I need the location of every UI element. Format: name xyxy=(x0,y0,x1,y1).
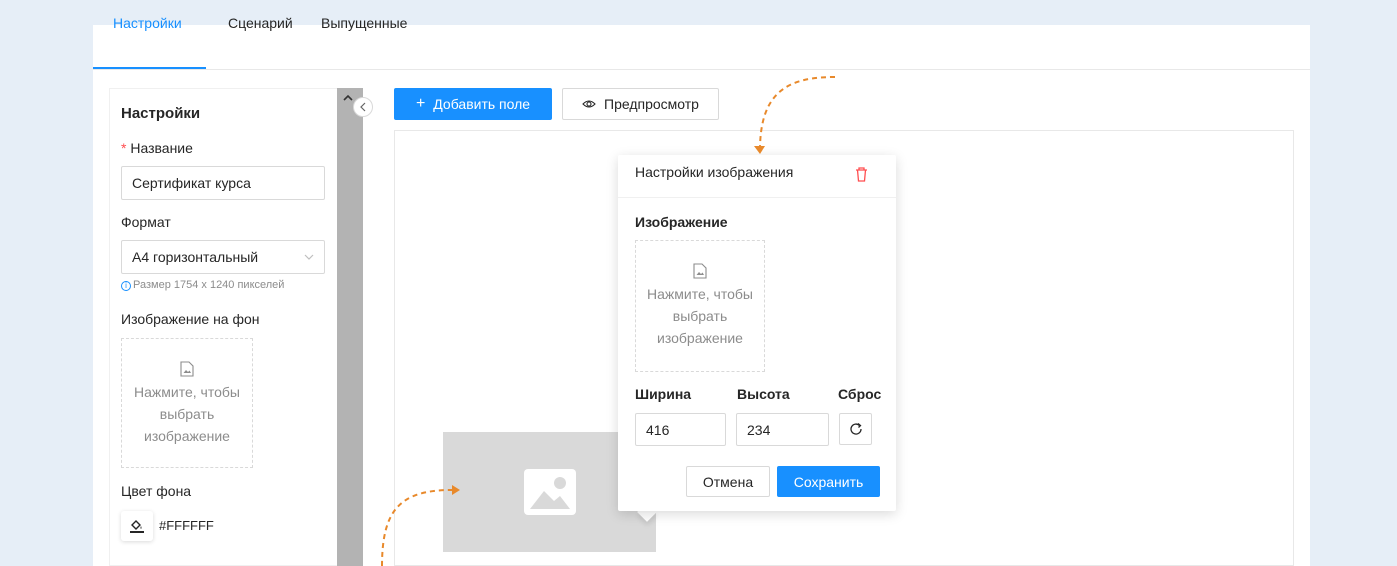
info-icon: i xyxy=(121,281,131,291)
format-select-value: A4 горизонтальный xyxy=(132,249,259,265)
panel-scrollbar[interactable] xyxy=(337,88,363,566)
scroll-up-icon[interactable] xyxy=(343,94,353,104)
format-label: Формат xyxy=(121,214,171,230)
annotation-arrowhead-top xyxy=(754,146,765,154)
upload-text-line3: изображение xyxy=(144,428,230,444)
tab-scenario[interactable]: Сценарий xyxy=(228,15,293,31)
refresh-icon xyxy=(849,422,863,436)
bg-image-label: Изображение на фон xyxy=(121,311,260,327)
paint-bucket-icon xyxy=(129,519,145,533)
trash-icon[interactable] xyxy=(855,167,868,182)
format-hint-text: Размер 1754 x 1240 пикселей xyxy=(133,279,285,291)
upload-text-line1: Нажмите, чтобы xyxy=(134,384,240,400)
required-mark: * xyxy=(121,140,127,156)
annotation-arrows xyxy=(381,76,836,566)
bg-color-value: #FFFFFF xyxy=(159,518,214,533)
name-label-text: Название xyxy=(130,140,193,156)
bg-image-upload[interactable]: Нажмите, чтобы выбрать изображение xyxy=(121,338,253,468)
tab-issued[interactable]: Выпущенные xyxy=(321,15,407,31)
annotation-arrow-bottom xyxy=(381,489,453,566)
color-picker-button[interactable] xyxy=(121,511,153,541)
name-input-value: Сертификат курса xyxy=(132,175,251,191)
active-tab-indicator xyxy=(93,67,206,69)
format-hint: i Размер 1754 x 1240 пикселей xyxy=(121,279,284,291)
format-select[interactable]: A4 горизонтальный xyxy=(121,240,325,274)
name-label: * Название xyxy=(121,140,193,156)
settings-heading: Настройки xyxy=(121,105,201,122)
tab-settings[interactable]: Настройки xyxy=(113,15,182,31)
annotation-arrowhead-bottom xyxy=(452,485,460,495)
upload-text-line2: выбрать xyxy=(159,406,215,422)
annotation-arrow-top xyxy=(759,76,836,151)
name-input[interactable]: Сертификат курса xyxy=(121,166,325,200)
file-image-icon xyxy=(122,361,252,377)
bg-color-label: Цвет фона xyxy=(121,483,192,499)
chevron-down-icon xyxy=(304,254,314,260)
